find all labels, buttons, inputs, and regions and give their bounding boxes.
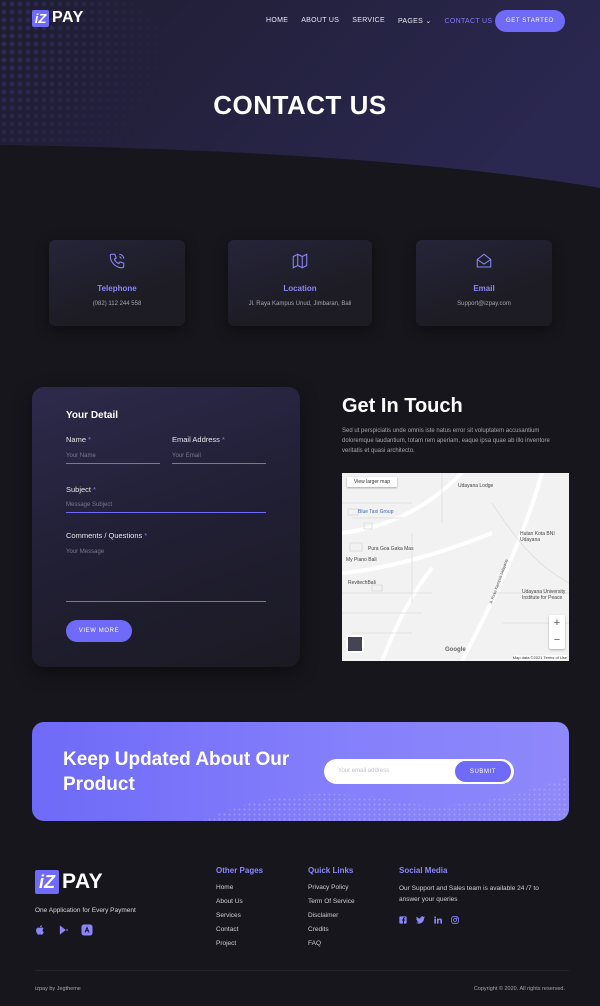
map-attribution[interactable]: Map data ©2021 Terms of Use [512,655,567,660]
card-text: Support@izpay.com [457,301,511,307]
footer-copyright: Copyright © 2020. All rights reserved. [473,986,565,992]
required-mark: * [93,485,96,494]
map-satellite-toggle[interactable] [346,635,364,653]
zoom-in-button[interactable]: + [549,615,565,632]
map-label: My Piano Bali [346,557,377,563]
footer-link-terms[interactable]: Term Of Service [308,898,355,905]
social-media-title: Social Media [399,866,448,875]
name-label-text: Name [66,435,87,444]
nav-about-us[interactable]: ABOUT US [301,17,339,25]
apple-icon[interactable] [35,924,46,936]
card-telephone: Telephone (082) 112 244 558 [49,240,185,326]
nav-pages-label: PAGES [397,18,424,25]
mail-icon [476,253,492,268]
nav-contact-us[interactable]: CONTACT US ⌄ [445,17,501,25]
comments-label: Comments / Questions * [66,531,147,540]
footer-tagline: One Application for Every Payment [35,907,136,914]
footer-link-disclaimer[interactable]: Disclaimer [308,912,338,919]
hero-section: iZ PAY HOME ABOUT US SERVICE PAGES ⌄ CON… [0,0,600,200]
email-input[interactable]: Your Email [172,453,266,464]
footer-link-services[interactable]: Services [216,912,241,919]
subject-input[interactable]: Message Subject [66,502,266,513]
footer-divider [35,970,569,971]
google-play-icon[interactable] [58,924,69,936]
email-label: Email Address * [172,435,225,444]
required-mark: * [221,435,225,444]
logo-text: PAY [62,870,104,893]
facebook-icon[interactable] [399,916,407,924]
map-label: Udayana Lodge [458,483,494,489]
get-started-button[interactable]: GET STARTED [495,10,565,32]
name-input[interactable]: Your Name [66,453,160,464]
map-zoom-control: + − [549,615,565,649]
quick-links-title: Quick Links [308,866,354,875]
instagram-icon[interactable] [451,916,459,924]
newsletter-submit-button[interactable]: SUBMIT [454,760,512,783]
get-in-touch-text: Sed ut perspiciatis unde omnis iste natu… [342,428,550,454]
twitter-icon[interactable] [416,916,425,924]
chevron-down-icon: ⌄ [425,18,432,25]
view-more-button[interactable]: VIEW MORE [66,620,132,642]
newsletter-title: Keep Updated About Our Product [63,749,290,795]
map-label: Udayana University Institute for Peace [522,589,566,601]
page-title: CONTACT US [213,90,387,120]
app-store-links [35,924,93,936]
app-store-icon[interactable] [81,924,93,936]
footer-link-about-us[interactable]: About Us [216,898,243,905]
social-media-text: Our Support and Sales team is available … [399,885,539,903]
map-icon [292,253,308,269]
zoom-out-button[interactable]: − [549,632,565,649]
logo-mark: iZ [32,9,49,27]
subject-label-text: Subject [66,485,92,494]
footer-credit: izpay by Jegtheme [35,986,81,992]
logo-mark: iZ [35,870,59,894]
email-label-text: Email Address [172,435,220,444]
card-title: Telephone [97,284,137,293]
social-icons [399,916,459,924]
map-label: Blue Taxi Group [358,509,394,515]
card-text: Jl. Raya Kampus Unud, Jimbaran, Bali [248,301,352,307]
nav-service[interactable]: SERVICE [352,17,385,25]
google-logo: Google [445,647,466,653]
name-label: Name * [66,435,91,444]
card-email: Email Support@izpay.com [416,240,552,326]
newsletter-banner: Keep Updated About Our Product Your emai… [32,722,569,821]
map-label: Pura Goa Gaka Mas [368,546,414,552]
logo[interactable]: iZ PAY [32,9,84,27]
card-title: Email [473,284,495,293]
footer-link-privacy[interactable]: Privacy Policy [308,884,348,891]
nav-contact-label: CONTACT US [444,18,493,25]
footer-link-contact[interactable]: Contact [216,926,238,933]
view-larger-map-link[interactable]: View larger map [347,477,397,487]
linkedin-icon[interactable] [434,916,442,924]
logo-text: PAY [52,9,84,26]
main-nav: HOME ABOUT US SERVICE PAGES ⌄ CONTACT US… [266,17,501,25]
form-title: Your Detail [66,410,119,421]
get-in-touch-title: Get In Touch [342,395,463,417]
other-pages-title: Other Pages [216,866,264,875]
phone-icon [109,253,125,269]
footer-link-home[interactable]: Home [216,884,233,891]
map-label: Hutan Kota BNI Udayana [520,531,555,543]
contact-form: Your Detail Name * Your Name Email Addres… [32,387,300,667]
required-mark: * [144,531,148,540]
comments-label-text: Comments / Questions [66,531,143,540]
nav-pages[interactable]: PAGES ⌄ [398,17,432,25]
footer-logo[interactable]: iZ PAY [35,870,103,894]
google-map[interactable]: View larger map Udayana Lodge Blue Taxi … [342,473,569,661]
nav-home[interactable]: HOME [266,17,288,25]
map-roads [342,473,569,661]
card-title: Location [283,284,317,293]
subject-label: Subject * [66,485,96,494]
message-textarea[interactable]: Your Message [66,549,266,602]
card-text: (082) 112 244 558 [92,301,142,307]
footer-link-credits[interactable]: Credits [308,926,329,933]
footer-link-project[interactable]: Project [216,940,236,947]
card-location: Location Jl. Raya Kampus Unud, Jimbaran,… [228,240,372,326]
footer-link-faq[interactable]: FAQ [308,940,321,947]
map-label: RevitechBali [348,580,376,586]
required-mark: * [88,435,91,444]
